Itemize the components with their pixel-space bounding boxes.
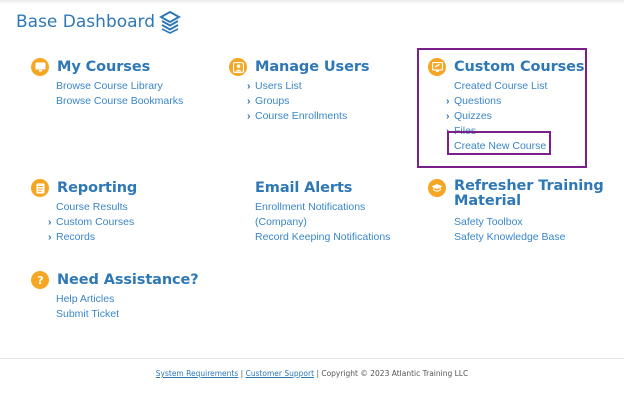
browse-course-library-link[interactable]: Browse Course Library: [56, 79, 183, 94]
record-keeping-notifications-link[interactable]: Record Keeping Notifications: [255, 230, 390, 245]
my-courses-section: My Courses Browse Course Library Browse …: [31, 58, 183, 109]
email-alerts-title[interactable]: Email Alerts: [255, 180, 352, 196]
page-title-text: Base Dashboard: [16, 12, 156, 32]
footer-divider: [0, 358, 624, 359]
graduation-cap-icon: [428, 179, 446, 197]
reporting-custom-courses-link[interactable]: Custom Courses: [56, 215, 137, 230]
safety-toolbox-link[interactable]: Safety Toolbox: [454, 215, 604, 230]
question-icon: ?: [31, 271, 49, 289]
email-alerts-section: Email Alerts Enrollment Notifications (C…: [255, 179, 390, 245]
submit-ticket-link[interactable]: Submit Ticket: [56, 307, 199, 322]
document-icon: [31, 179, 49, 197]
reporting-section: Reporting Course Results Custom Courses …: [31, 179, 137, 245]
need-assistance-section: ? Need Assistance? Help Articles Submit …: [31, 271, 199, 322]
browse-course-bookmarks-link[interactable]: Browse Course Bookmarks: [56, 94, 183, 109]
my-courses-title[interactable]: My Courses: [57, 59, 150, 75]
monitor-icon: [31, 58, 49, 76]
user-badge-icon: [229, 58, 247, 76]
svg-text:?: ?: [37, 274, 43, 286]
copyright-text: | Copyright © 2023 Atlantic Training LLC: [316, 369, 469, 378]
layers-logo-icon: [158, 10, 182, 34]
refresher-training-title-line1: Refresher Training: [454, 178, 604, 194]
questions-link[interactable]: Questions: [454, 94, 584, 109]
refresher-training-section: Refresher Training Material Safety Toolb…: [428, 179, 604, 245]
page-title: Base Dashboard: [16, 10, 182, 34]
enrollment-notifications-company-link[interactable]: (Company): [255, 215, 390, 230]
refresher-training-title-line2: Material: [454, 193, 522, 209]
refresher-training-title[interactable]: Refresher Training Material: [454, 179, 604, 209]
created-course-list-link[interactable]: Created Course List: [454, 79, 584, 94]
screen-edit-icon: [428, 58, 446, 76]
groups-link[interactable]: Groups: [255, 94, 369, 109]
customer-support-link[interactable]: Customer Support: [246, 369, 314, 378]
manage-users-title[interactable]: Manage Users: [255, 59, 370, 75]
need-assistance-title[interactable]: Need Assistance?: [57, 272, 199, 288]
enrollment-notifications-link[interactable]: Enrollment Notifications: [255, 200, 390, 215]
records-link[interactable]: Records: [56, 230, 137, 245]
reporting-title[interactable]: Reporting: [57, 180, 137, 196]
manage-users-section: Manage Users Users List Groups Course En…: [229, 58, 370, 124]
top-shadow: [0, 0, 624, 4]
course-enrollments-link[interactable]: Course Enrollments: [255, 109, 369, 124]
quizzes-link[interactable]: Quizzes: [454, 109, 584, 124]
create-new-course-highlight-box: [447, 131, 551, 155]
footer: System Requirements | Customer Support |…: [0, 369, 624, 378]
footer-separator: |: [240, 369, 244, 378]
help-articles-link[interactable]: Help Articles: [56, 292, 199, 307]
safety-knowledge-base-link[interactable]: Safety Knowledge Base: [454, 230, 604, 245]
course-results-link[interactable]: Course Results: [56, 200, 137, 215]
custom-courses-title[interactable]: Custom Courses: [454, 59, 585, 75]
users-list-link[interactable]: Users List: [255, 79, 369, 94]
system-requirements-link[interactable]: System Requirements: [156, 369, 239, 378]
